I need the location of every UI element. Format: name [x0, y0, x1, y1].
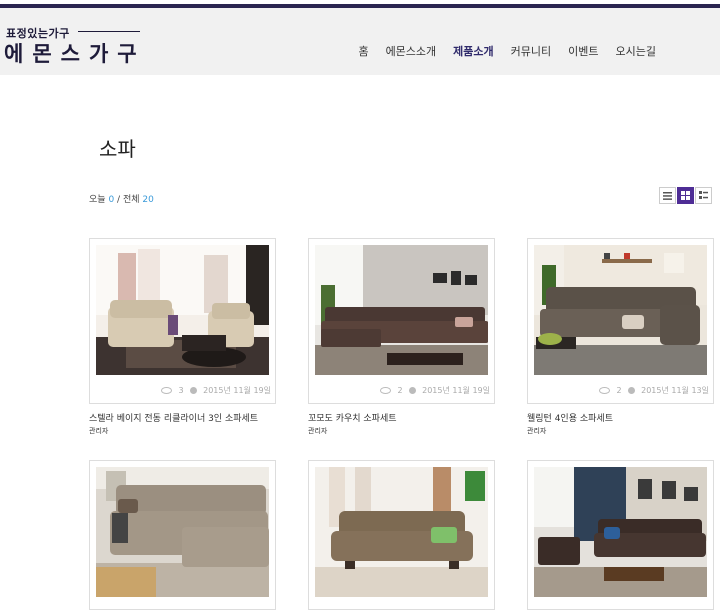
- nav-products[interactable]: 제품소개: [453, 43, 493, 59]
- product-thumbnail[interactable]: [96, 245, 269, 375]
- eye-icon: [599, 387, 611, 394]
- view-count: 3: [178, 386, 184, 395]
- clock-icon: [409, 387, 417, 394]
- post-date: 2015년 11월 19일: [422, 386, 490, 395]
- product-author: 관리자: [89, 427, 109, 435]
- product-thumbnail[interactable]: [315, 467, 488, 597]
- today-count: 0: [108, 195, 115, 205]
- nav-directions[interactable]: 오시는길: [616, 43, 656, 59]
- list-view-button[interactable]: [659, 187, 676, 204]
- beige-recliner-sofa-photo: [96, 245, 269, 375]
- chesterfield-sofa-photo: [534, 245, 707, 375]
- product-author: 관리자: [527, 427, 547, 435]
- grid-view-icon: [681, 191, 690, 200]
- today-label: 오늘: [89, 195, 106, 205]
- view-mode-switcher: [658, 187, 712, 204]
- nav-home[interactable]: 홈: [358, 43, 368, 59]
- page-title: 소파: [99, 137, 136, 161]
- total-label: 전체: [122, 195, 140, 205]
- product-card[interactable]: [308, 460, 495, 610]
- product-author: 관리자: [308, 427, 328, 435]
- product-title[interactable]: 꼬모도 카우치 소파세트: [308, 411, 397, 424]
- view-count: 2: [616, 386, 622, 395]
- view-count: 2: [397, 386, 403, 395]
- site-header: 표정있는가구 에몬스가구 홈 에몬스소개 제품소개 커뮤니티 이벤트 오시는길: [0, 8, 720, 75]
- compact-view-icon: [699, 191, 708, 199]
- product-thumbnail[interactable]: [534, 245, 707, 375]
- tan-leather-sofa-photo: [315, 467, 488, 597]
- main-nav: 홈 에몬스소개 제품소개 커뮤니티 이벤트 오시는길: [341, 43, 656, 59]
- clock-icon: [628, 387, 636, 394]
- product-card[interactable]: [527, 460, 714, 610]
- post-date: 2015년 11월 19일: [203, 386, 271, 395]
- beige-corner-sofa-photo: [96, 467, 269, 597]
- product-thumbnail[interactable]: [96, 467, 269, 597]
- product-meta: 2 2015년 11월 13일: [528, 385, 709, 396]
- product-thumbnail[interactable]: [534, 467, 707, 597]
- product-title[interactable]: 웰링턴 4인용 소파세트: [527, 411, 613, 424]
- brown-couch-sofa-photo: [315, 245, 488, 375]
- counter-separator: /: [117, 195, 121, 205]
- product-thumbnail[interactable]: [315, 245, 488, 375]
- post-date: 2015년 11월 13일: [641, 386, 709, 395]
- product-meta: 2 2015년 11월 19일: [309, 385, 490, 396]
- compact-view-button[interactable]: [695, 187, 712, 204]
- post-counter: 오늘 0 / 전체 20: [89, 192, 154, 205]
- product-card[interactable]: 2 2015년 11월 13일: [527, 238, 714, 404]
- nav-community[interactable]: 커뮤니티: [511, 43, 551, 59]
- product-title[interactable]: 스텔라 베이지 전동 리클라이너 3인 소파세트: [89, 411, 258, 424]
- brand-logo[interactable]: 에몬스가구: [4, 38, 146, 68]
- product-meta: 3 2015년 11월 19일: [90, 385, 271, 396]
- brand-divider: [78, 31, 140, 32]
- product-card[interactable]: 2 2015년 11월 19일: [308, 238, 495, 404]
- clock-icon: [190, 387, 198, 394]
- product-card[interactable]: [89, 460, 276, 610]
- dark-brown-sofa-set-photo: [534, 467, 707, 597]
- eye-icon: [380, 387, 392, 394]
- nav-about[interactable]: 에몬스소개: [386, 43, 437, 59]
- product-card[interactable]: 3 2015년 11월 19일: [89, 238, 276, 404]
- list-view-icon: [663, 191, 672, 200]
- eye-icon: [161, 387, 173, 394]
- total-count: 20: [142, 195, 154, 205]
- grid-view-button[interactable]: [677, 187, 694, 204]
- nav-events[interactable]: 이벤트: [568, 43, 598, 59]
